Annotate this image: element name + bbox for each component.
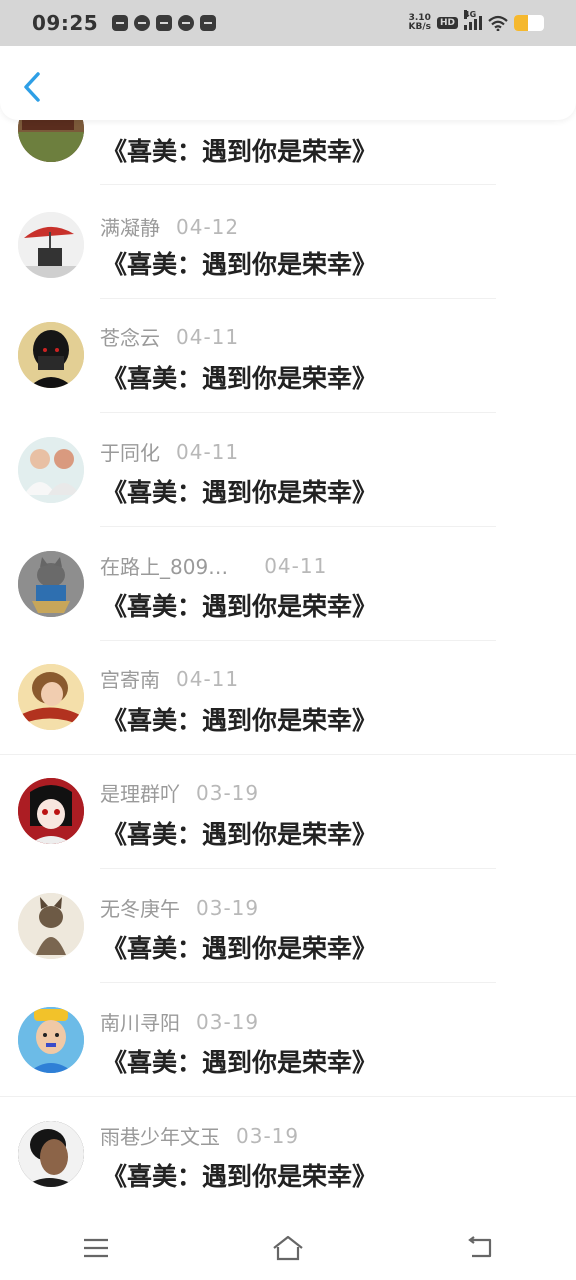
home-button[interactable] [268, 1233, 308, 1263]
top-header [0, 46, 576, 120]
item-date: 04-12 [176, 214, 240, 239]
list-item[interactable]: 于同化 04-11 《喜美：遇到你是荣幸》 [0, 433, 576, 547]
gallery-icon [112, 15, 129, 31]
list-item[interactable]: 无冬庚午 03-19 《喜美：遇到你是荣幸》 [0, 889, 576, 1003]
battery-icon [514, 15, 544, 31]
item-meta: 南川寻阳 03-19 [100, 1007, 259, 1036]
item-author[interactable]: 宫寄南 [100, 664, 160, 693]
item-author[interactable]: 雨巷少年文玉 [100, 1121, 220, 1150]
item-meta: 满凝静 04-12 [100, 212, 239, 241]
back-nav-button[interactable] [460, 1233, 500, 1263]
list-item[interactable]: 宫寄南 04-11 《喜美：遇到你是荣幸》 [0, 661, 576, 775]
item-title[interactable]: 《喜美：遇到你是荣幸》 [102, 815, 377, 851]
item-date: 04-11 [176, 439, 240, 464]
item-meta: 于同化 04-11 [100, 437, 239, 466]
divider [0, 754, 576, 755]
avatar[interactable] [18, 322, 84, 388]
hd-badge: HD [436, 17, 458, 29]
system-nav-bar [0, 1216, 576, 1280]
list-item[interactable]: 在路上_809… 04-11 《喜美：遇到你是荣幸》 [0, 547, 576, 661]
status-time: 09:25 [32, 11, 99, 35]
list-item[interactable]: 满凝静 04-12 《喜美：遇到你是荣幸》 [0, 205, 576, 319]
avatar[interactable] [18, 212, 84, 278]
menu-button[interactable] [76, 1233, 116, 1263]
item-title[interactable]: 《喜美：遇到你是荣幸》 [102, 132, 377, 168]
divider [100, 640, 496, 641]
compass-icon [134, 15, 151, 31]
divider [100, 298, 496, 299]
divider [100, 868, 496, 869]
item-meta: 苍念云 04-11 [100, 322, 239, 351]
avatar[interactable] [18, 1007, 84, 1073]
shopping-icon [156, 15, 173, 31]
wifi-icon [488, 15, 508, 31]
chat-icon [178, 15, 195, 31]
item-author[interactable]: 南川寻阳 [100, 1007, 180, 1036]
avatar[interactable] [18, 437, 84, 503]
divider [0, 1096, 576, 1097]
item-date: 03-19 [236, 1123, 300, 1148]
signal-icon: 4G [464, 10, 482, 30]
item-date: 03-19 [196, 780, 260, 805]
avatar[interactable] [18, 778, 84, 844]
menu-icon [84, 1238, 108, 1258]
item-title[interactable]: 《喜美：遇到你是荣幸》 [102, 245, 377, 281]
item-date: 04-11 [176, 666, 240, 691]
item-date: 04-11 [264, 553, 328, 578]
back-button[interactable] [18, 70, 46, 104]
item-date: 03-19 [196, 1009, 260, 1034]
item-author[interactable]: 满凝静 [100, 212, 160, 241]
network-speed-unit: KB/s [408, 22, 431, 32]
avatar[interactable] [18, 893, 84, 959]
notes-icon [200, 15, 217, 31]
notification-icons [112, 15, 217, 31]
list-item[interactable]: 是理群吖 03-19 《喜美：遇到你是荣幸》 [0, 775, 576, 889]
item-title[interactable]: 《喜美：遇到你是荣幸》 [102, 473, 377, 509]
item-title[interactable]: 《喜美：遇到你是荣幸》 [102, 1157, 377, 1193]
divider [100, 184, 496, 185]
item-meta: 是理群吖 03-19 [100, 778, 259, 807]
item-author[interactable]: 无冬庚午 [100, 893, 180, 922]
status-bar: 09:25 3.10 KB/s HD 4G [0, 0, 576, 46]
item-title[interactable]: 《喜美：遇到你是荣幸》 [102, 701, 377, 737]
item-author[interactable]: 于同化 [100, 437, 160, 466]
avatar[interactable] [18, 1121, 84, 1187]
divider [100, 412, 496, 413]
list-item[interactable]: 雨巷少年文玉 03-19 《喜美：遇到你是荣幸》 [0, 1117, 576, 1231]
item-title[interactable]: 《喜美：遇到你是荣幸》 [102, 359, 377, 395]
item-date: 03-19 [196, 895, 260, 920]
item-title[interactable]: 《喜美：遇到你是荣幸》 [102, 1043, 377, 1079]
item-meta: 在路上_809… 04-11 [100, 551, 327, 580]
home-icon [273, 1235, 303, 1261]
avatar[interactable] [18, 551, 84, 617]
item-title[interactable]: 《喜美：遇到你是荣幸》 [102, 587, 377, 623]
item-meta: 宫寄南 04-11 [100, 664, 239, 693]
status-right: 3.10 KB/s HD 4G [409, 10, 544, 32]
item-author[interactable]: 在路上_809… [100, 551, 228, 580]
item-author[interactable]: 是理群吖 [100, 778, 180, 807]
list-item[interactable]: 南川寻阳 03-19 《喜美：遇到你是荣幸》 [0, 1003, 576, 1117]
network-speed: 3.10 KB/s [409, 14, 431, 32]
item-meta: 雨巷少年文玉 03-19 [100, 1121, 299, 1150]
item-author[interactable]: 苍念云 [100, 322, 160, 351]
item-title[interactable]: 《喜美：遇到你是荣幸》 [102, 929, 377, 965]
chevron-left-icon [24, 72, 40, 102]
avatar[interactable] [18, 664, 84, 730]
divider [100, 526, 496, 527]
item-meta: 无冬庚午 03-19 [100, 893, 259, 922]
item-date: 04-11 [176, 324, 240, 349]
list-item[interactable]: 苍念云 04-11 《喜美：遇到你是荣幸》 [0, 319, 576, 433]
back-icon [468, 1236, 492, 1258]
network-type: 4G [464, 10, 477, 19]
battery-level [514, 15, 528, 31]
divider [100, 982, 496, 983]
